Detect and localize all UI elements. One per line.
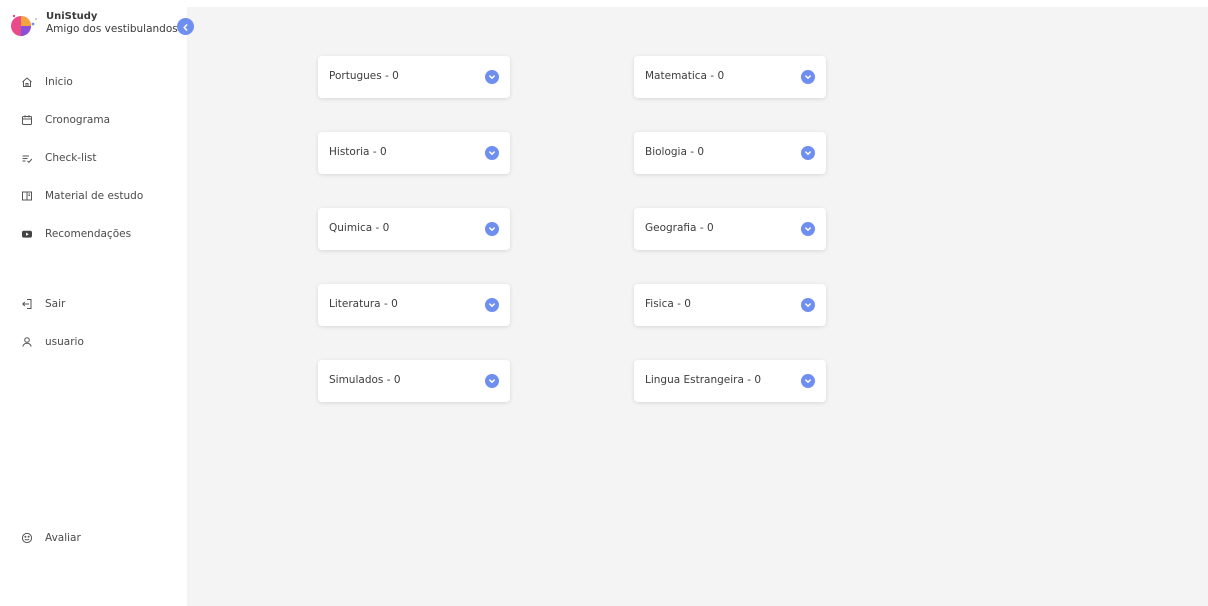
calendar-icon bbox=[20, 113, 34, 127]
subject-card-biologia[interactable]: Biologia - 0 bbox=[634, 132, 826, 174]
chevron-down-icon[interactable] bbox=[801, 70, 815, 84]
subject-label: Geografia - 0 bbox=[645, 222, 714, 234]
collapse-sidebar-button[interactable] bbox=[177, 18, 194, 35]
checklist-icon bbox=[20, 151, 34, 165]
chevron-down-icon[interactable] bbox=[485, 70, 499, 84]
app-title: UniStudy bbox=[46, 11, 98, 22]
sidebar-item-check-list[interactable]: Check-list bbox=[0, 146, 187, 170]
youtube-icon bbox=[20, 227, 34, 241]
subject-label: Historia - 0 bbox=[329, 146, 387, 158]
sidebar: UniStudy Amigo dos vestibulandos Inicio … bbox=[0, 0, 187, 606]
chevron-down-icon[interactable] bbox=[801, 374, 815, 388]
subject-label: Literatura - 0 bbox=[329, 298, 398, 310]
sidebar-item-label: Avaliar bbox=[45, 532, 81, 544]
book-icon bbox=[20, 189, 34, 203]
subject-label: Portugues - 0 bbox=[329, 70, 399, 82]
subject-card-fisica[interactable]: Fisica - 0 bbox=[634, 284, 826, 326]
subject-card-lingua-estrangeira[interactable]: Lingua Estrangeira - 0 bbox=[634, 360, 826, 402]
subject-label: Fisica - 0 bbox=[645, 298, 691, 310]
subject-label: Matematica - 0 bbox=[645, 70, 725, 82]
chevron-down-icon[interactable] bbox=[485, 146, 499, 160]
chevron-down-icon[interactable] bbox=[801, 222, 815, 236]
subject-label: Biologia - 0 bbox=[645, 146, 705, 158]
sidebar-item-label: Sair bbox=[45, 298, 66, 310]
chevron-left-icon bbox=[181, 17, 190, 36]
subject-card-simulados[interactable]: Simulados - 0 bbox=[318, 360, 510, 402]
subject-card-geografia[interactable]: Geografia - 0 bbox=[634, 208, 826, 250]
subject-label: Simulados - 0 bbox=[329, 374, 401, 386]
sidebar-item-sair[interactable]: Sair bbox=[0, 292, 187, 316]
chevron-down-icon[interactable] bbox=[485, 298, 499, 312]
main-content: Portugues - 0 Matematica - 0 Historia - … bbox=[187, 7, 1208, 606]
user-icon bbox=[20, 335, 34, 349]
subject-card-portugues[interactable]: Portugues - 0 bbox=[318, 56, 510, 98]
sidebar-item-label: Check-list bbox=[45, 152, 97, 164]
home-icon bbox=[20, 75, 34, 89]
sidebar-item-recomendacoes[interactable]: Recomendações bbox=[0, 222, 187, 246]
subject-label: Lingua Estrangeira - 0 bbox=[645, 374, 762, 386]
sidebar-item-label: usuario bbox=[45, 336, 84, 348]
sidebar-item-label: Material de estudo bbox=[45, 190, 144, 202]
subject-card-literatura[interactable]: Literatura - 0 bbox=[318, 284, 510, 326]
sidebar-item-cronograma[interactable]: Cronograma bbox=[0, 108, 187, 132]
logout-icon bbox=[20, 297, 34, 311]
subject-label: Quimica - 0 bbox=[329, 222, 390, 234]
sidebar-item-material-de-estudo[interactable]: Material de estudo bbox=[0, 184, 187, 208]
sidebar-item-label: Inicio bbox=[45, 76, 73, 88]
subject-card-quimica[interactable]: Quimica - 0 bbox=[318, 208, 510, 250]
sidebar-item-label: Recomendações bbox=[45, 228, 132, 240]
subject-card-historia[interactable]: Historia - 0 bbox=[318, 132, 510, 174]
chevron-down-icon[interactable] bbox=[801, 298, 815, 312]
chevron-down-icon[interactable] bbox=[485, 374, 499, 388]
sidebar-item-avaliar[interactable]: Avaliar bbox=[0, 526, 187, 550]
brand: UniStudy Amigo dos vestibulandos bbox=[8, 10, 178, 40]
smile-icon bbox=[20, 531, 34, 545]
app: UniStudy Amigo dos vestibulandos Inicio … bbox=[0, 0, 1208, 606]
chevron-down-icon[interactable] bbox=[485, 222, 499, 236]
unistudy-logo-icon bbox=[8, 10, 38, 40]
sidebar-item-inicio[interactable]: Inicio bbox=[0, 70, 187, 94]
app-subtitle: Amigo dos vestibulandos bbox=[46, 23, 178, 35]
chevron-down-icon[interactable] bbox=[801, 146, 815, 160]
subject-card-matematica[interactable]: Matematica - 0 bbox=[634, 56, 826, 98]
sidebar-item-usuario[interactable]: usuario bbox=[0, 330, 187, 354]
sidebar-item-label: Cronograma bbox=[45, 114, 110, 126]
